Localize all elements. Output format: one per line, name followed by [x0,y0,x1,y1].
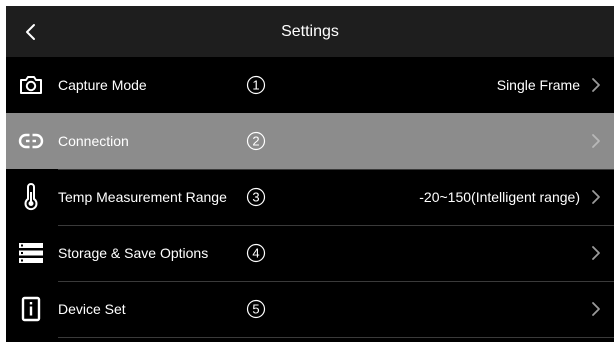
row-divider [58,169,614,170]
chevron-right-icon [592,246,600,260]
settings-screen: Settings Capture Mode 1 Single Frame Con… [6,6,614,342]
row-value: Single Frame [496,77,580,93]
svg-text:4: 4 [252,246,259,261]
settings-row-connection[interactable]: Connection 2 [6,113,614,169]
number-badge: 5 [246,299,266,319]
settings-row-temp-range[interactable]: Temp Measurement Range 3 -20~150(Intelli… [6,169,614,225]
row-label: Storage & Save Options [58,245,209,261]
chevron-right-icon [592,190,600,204]
storage-list-icon [19,243,43,263]
svg-text:2: 2 [252,134,259,149]
device-info-icon [21,296,41,322]
row-divider [58,225,614,226]
number-badge: 1 [246,75,266,95]
settings-row-storage[interactable]: Storage & Save Options 4 [6,225,614,281]
number-badge: 4 [246,243,266,263]
chevron-right-icon [592,78,600,92]
thermometer-icon [24,183,38,211]
chevron-right-icon [592,302,600,316]
svg-text:5: 5 [252,302,259,317]
camera-icon [20,76,42,94]
chevron-right-icon [592,134,600,148]
chevron-left-icon [26,24,35,40]
row-label: Connection [58,133,129,149]
number-badge: 3 [246,187,266,207]
page-title: Settings [281,23,339,40]
row-label: Capture Mode [58,77,147,93]
row-divider [58,337,614,338]
svg-text:1: 1 [252,78,259,93]
title-bar: Settings [6,6,614,57]
settings-row-device-set[interactable]: Device Set 5 [6,281,614,337]
link-icon [18,133,44,149]
row-value: -20~150(Intelligent range) [419,189,580,205]
svg-text:3: 3 [252,190,259,205]
number-badge: 2 [246,131,266,151]
back-button[interactable] [16,17,46,47]
row-label: Temp Measurement Range [58,189,227,205]
row-divider [58,281,614,282]
settings-row-capture-mode[interactable]: Capture Mode 1 Single Frame [6,57,614,113]
row-label: Device Set [58,301,126,317]
